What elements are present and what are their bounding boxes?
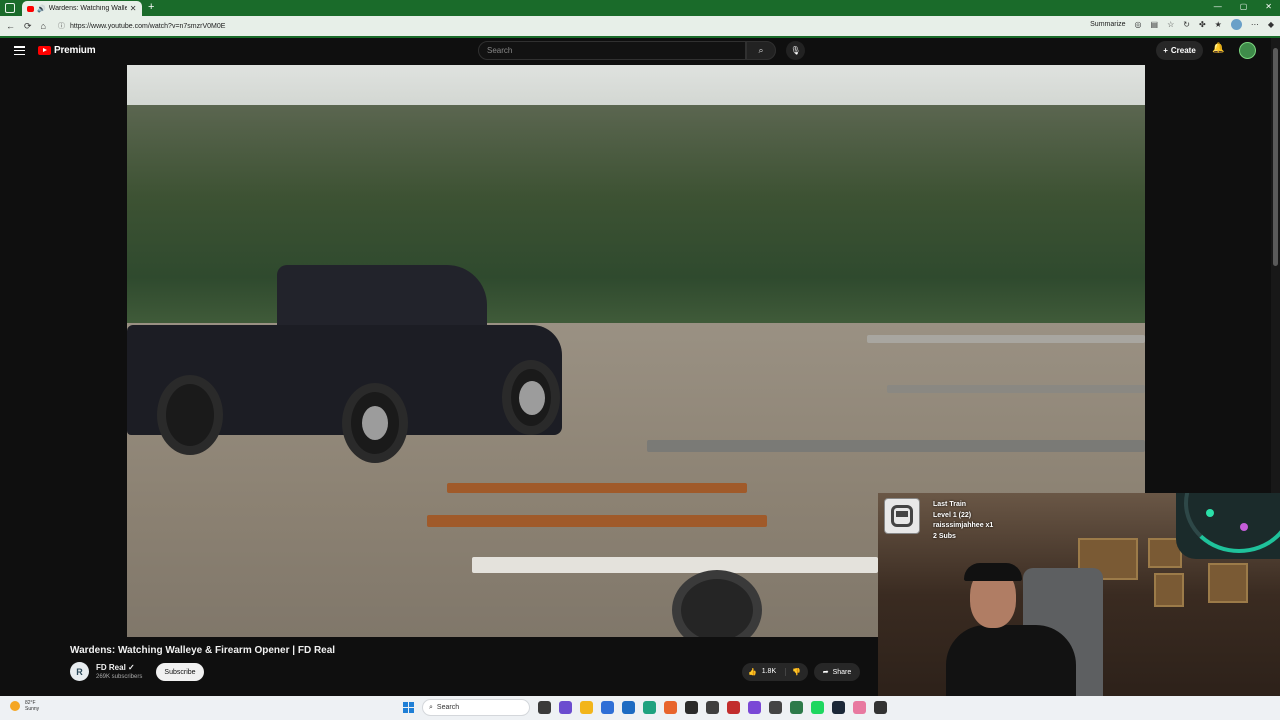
edge-browser-icon[interactable] [643,701,656,714]
url-text[interactable]: https://www.youtube.com/watch?v=n7smzrV0… [70,23,225,30]
search-icon: ⌕ [429,703,433,711]
search-button[interactable]: ⌕ [746,41,776,60]
video-title: Wardens: Watching Walleye & Firearm Open… [70,645,336,656]
sun-icon [10,701,20,711]
channel-avatar[interactable]: R [70,662,89,681]
train-alert-icon [884,498,920,534]
share-icon: ➦ [822,669,829,676]
minimize-button[interactable]: — [1214,2,1222,11]
xbox-icon[interactable] [706,701,719,714]
weather-desc: Sunny [25,706,40,712]
excel-icon[interactable] [790,701,803,714]
profile-avatar[interactable] [1230,19,1242,30]
firefox-icon[interactable] [664,701,677,714]
steam-icon[interactable] [832,701,845,714]
scrollbar-thumb[interactable] [1273,48,1278,266]
account-avatar[interactable] [1239,42,1256,59]
copilot-icon[interactable]: ◆ [1268,20,1274,29]
channel-name[interactable]: FD Real ✓ [96,663,135,672]
search-input[interactable]: Search [478,41,746,60]
new-tab-button[interactable]: + [148,1,154,13]
home-icon[interactable]: ⌂ [41,21,46,32]
tab-actions-icon[interactable] [5,3,15,13]
puzzle-icon[interactable]: ✤ [1199,20,1206,29]
windows-taskbar: 82°F Sunny ⌕ Search [0,696,1280,720]
browser-tab-bar [0,0,1280,16]
browser-toolbar: ← ⟳ ⌂ ⓘ https://www.youtube.com/watch?v=… [0,16,1280,36]
browser-right-tools: Summarize ◎ ▤ ☆ ↻ ✤ ★ ⋯ ◆ [1090,19,1274,30]
task-view-icon[interactable] [538,701,551,714]
back-icon[interactable]: ← [6,21,15,32]
summarize-button[interactable]: Summarize [1090,21,1125,28]
file-explorer-icon[interactable] [580,701,593,714]
dislike-button[interactable]: 👎 [786,668,801,676]
discord-icon[interactable] [748,701,761,714]
create-label: Create [1170,46,1196,55]
share-label: Share [832,668,852,676]
store-icon[interactable] [601,701,614,714]
taskbar-search-label: Search [436,704,460,711]
hype-gauge-widget [1176,493,1280,559]
video-trailer-rear [647,440,1145,452]
share-button[interactable]: ➦ Share [814,663,860,681]
youtube-header: Premium Search ⌕ 🎙 + Create 🔔 [0,38,1280,64]
copilot-app-icon[interactable] [559,701,572,714]
maximize-button[interactable]: ▢ [1240,2,1248,11]
outlook-icon[interactable] [622,701,635,714]
spotify-icon[interactable] [811,701,824,714]
search-icon: ⌕ [758,45,764,55]
voice-search-button[interactable]: 🎙 [786,41,805,60]
subscriber-count: 269K subscribers [96,674,143,680]
browser-tab-active[interactable]: 🔊 Wardens: Watching Walleye ✕ [22,1,142,16]
hamburger-menu-icon[interactable] [14,46,25,56]
refresh-extension-icon[interactable]: ↻ [1183,20,1190,29]
weather-widget[interactable]: 82°F Sunny [10,700,39,712]
app-red-icon[interactable] [727,701,740,714]
app-dark-icon[interactable] [874,701,887,714]
video-boat-trailer [472,557,878,573]
taskbar-apps [538,701,887,714]
subscribe-button[interactable]: Subscribe [156,663,204,681]
video-info: Wardens: Watching Walleye & Firearm Open… [0,637,878,690]
microphone-icon: 🎙 [790,46,801,55]
app-pink-icon[interactable] [853,701,866,714]
close-window-button[interactable]: ✕ [1265,2,1272,11]
reader-icon[interactable]: ▤ [1151,20,1159,29]
like-dislike-group: 👍 1.8K 👎 [742,663,808,681]
terminal-icon[interactable] [769,701,782,714]
youtube-play-icon [38,46,51,55]
address-bar[interactable]: ⓘ https://www.youtube.com/watch?v=n7smzr… [58,19,1068,33]
create-button[interactable]: + Create [1156,41,1203,60]
extension-icon[interactable]: ◎ [1135,20,1142,29]
start-windows-icon[interactable] [403,702,414,713]
notifications-bell-icon[interactable]: 🔔 [1212,43,1224,54]
like-count: 1.8K [761,668,777,675]
close-tab-icon[interactable]: ✕ [130,4,137,13]
search-placeholder: Search [487,46,513,55]
favorites-icon[interactable]: ★ [1215,20,1222,29]
plus-icon: + [1163,46,1168,55]
app-c-icon[interactable] [685,701,698,714]
site-info-icon[interactable]: ⓘ [58,21,65,31]
tab-title: Wardens: Watching Walleye [48,5,127,12]
video-trailer-bunk [447,483,747,493]
speaker-icon[interactable]: 🔊 [37,5,46,13]
thumbs-up-icon: 👍 [748,669,757,676]
reload-icon[interactable]: ⟳ [24,21,32,32]
like-button[interactable]: 👍 1.8K [742,668,786,676]
window-controls: — ▢ ✕ [1214,2,1272,11]
taskbar-search[interactable]: ⌕ Search [422,699,530,716]
more-menu-icon[interactable]: ⋯ [1251,20,1259,29]
verified-badge-icon: ✓ [128,663,135,672]
youtube-logo[interactable]: Premium [38,45,96,56]
hype-train-alert: Last Train Level 1 (22) raisssimjahhee x… [933,501,994,540]
video-pickup-truck [127,265,562,475]
thumbs-down-icon: 👎 [792,669,801,676]
nav-buttons: ← ⟳ ⌂ [6,21,46,32]
webcam-overlay: Last Train Level 1 (22) raisssimjahhee x… [878,493,1280,720]
favorite-star-icon[interactable]: ☆ [1167,20,1174,29]
youtube-favicon-icon [27,5,34,12]
logo-text: Premium [54,45,96,56]
